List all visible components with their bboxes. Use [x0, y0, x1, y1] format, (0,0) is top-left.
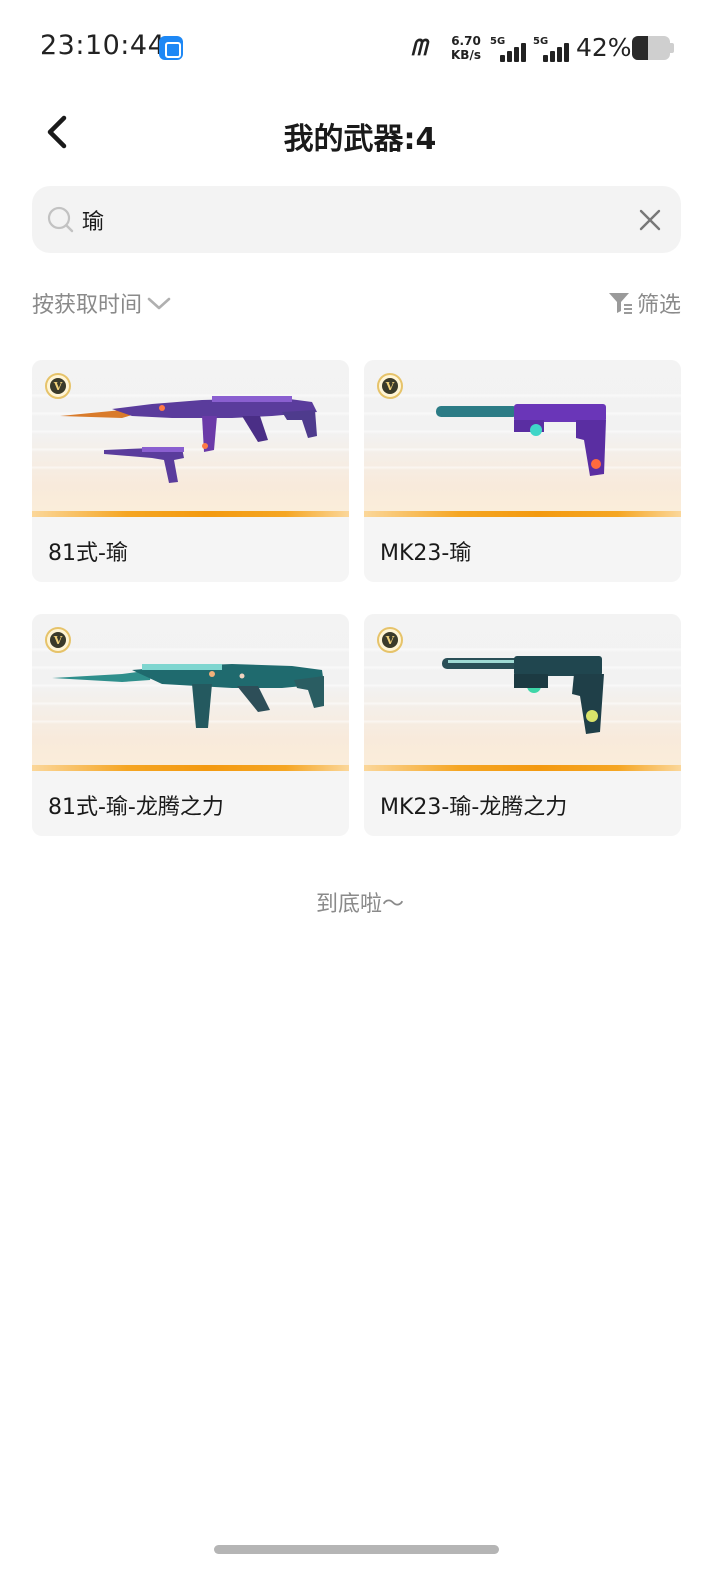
weapon-card[interactable]: V MK23-瑜-龙腾之力	[364, 614, 681, 836]
chevron-down-icon	[147, 297, 171, 310]
pistol-image	[442, 656, 604, 734]
page-title: 我的武器:4	[283, 122, 437, 157]
weapon-card[interactable]: V 81式-瑜	[32, 360, 349, 582]
sort-label: 按获取时间	[32, 293, 143, 318]
sort-filter-bar: 按获取时间 筛选	[32, 283, 681, 323]
search-icon	[47, 206, 74, 233]
sort-dropdown[interactable]: 按获取时间	[32, 283, 172, 323]
search-box[interactable]	[32, 186, 681, 253]
pistol-image	[436, 404, 606, 476]
battery-percent: 42%	[576, 33, 632, 62]
rarity-accent-line	[364, 511, 681, 517]
header: 我的武器:4	[0, 96, 720, 168]
vip-badge-label: V	[385, 634, 395, 647]
close-icon[interactable]	[636, 206, 664, 234]
rifle-image	[52, 664, 324, 728]
network-speed: 6.70 KB/s	[450, 34, 482, 62]
battery-cap	[670, 43, 674, 53]
filter-button[interactable]: 筛选	[607, 283, 681, 323]
weapon-name: 81式-瑜-龙腾之力	[48, 795, 224, 820]
network-speed-value: 6.70	[451, 34, 481, 48]
end-of-list-message: 到底啦～	[315, 892, 404, 917]
app-notification-icon	[159, 36, 183, 60]
rifle-image	[60, 396, 317, 483]
search-input[interactable]	[82, 196, 622, 243]
vip-badge-label: V	[53, 380, 63, 393]
carrier-logo-icon: ᗰ	[411, 36, 427, 61]
weapon-card[interactable]: V 81式-瑜-龙腾之力	[32, 614, 349, 836]
rarity-accent-line	[32, 511, 349, 517]
weapon-name: 81式-瑜	[48, 541, 128, 566]
vip-badge-icon: V	[45, 627, 71, 653]
network-speed-unit: KB/s	[451, 48, 481, 62]
rarity-accent-line	[364, 765, 681, 771]
vip-badge-icon: V	[45, 373, 71, 399]
home-indicator[interactable]	[214, 1545, 499, 1554]
weapon-card[interactable]: V MK23-瑜	[364, 360, 681, 582]
vip-badge-icon: V	[377, 373, 403, 399]
status-time: 23:10:44	[40, 30, 166, 61]
vip-badge-icon: V	[377, 627, 403, 653]
battery-icon	[632, 36, 670, 60]
filter-label: 筛选	[636, 293, 681, 318]
status-bar: 23:10:44 ᗰ 6.70 KB/s 5G 5G 42%	[0, 0, 720, 96]
rarity-accent-line	[32, 765, 349, 771]
weapon-name: MK23-瑜-龙腾之力	[380, 795, 568, 820]
vip-badge-label: V	[53, 634, 63, 647]
vip-badge-label: V	[385, 380, 395, 393]
filter-icon	[608, 293, 632, 314]
weapon-name: MK23-瑜	[380, 541, 472, 566]
